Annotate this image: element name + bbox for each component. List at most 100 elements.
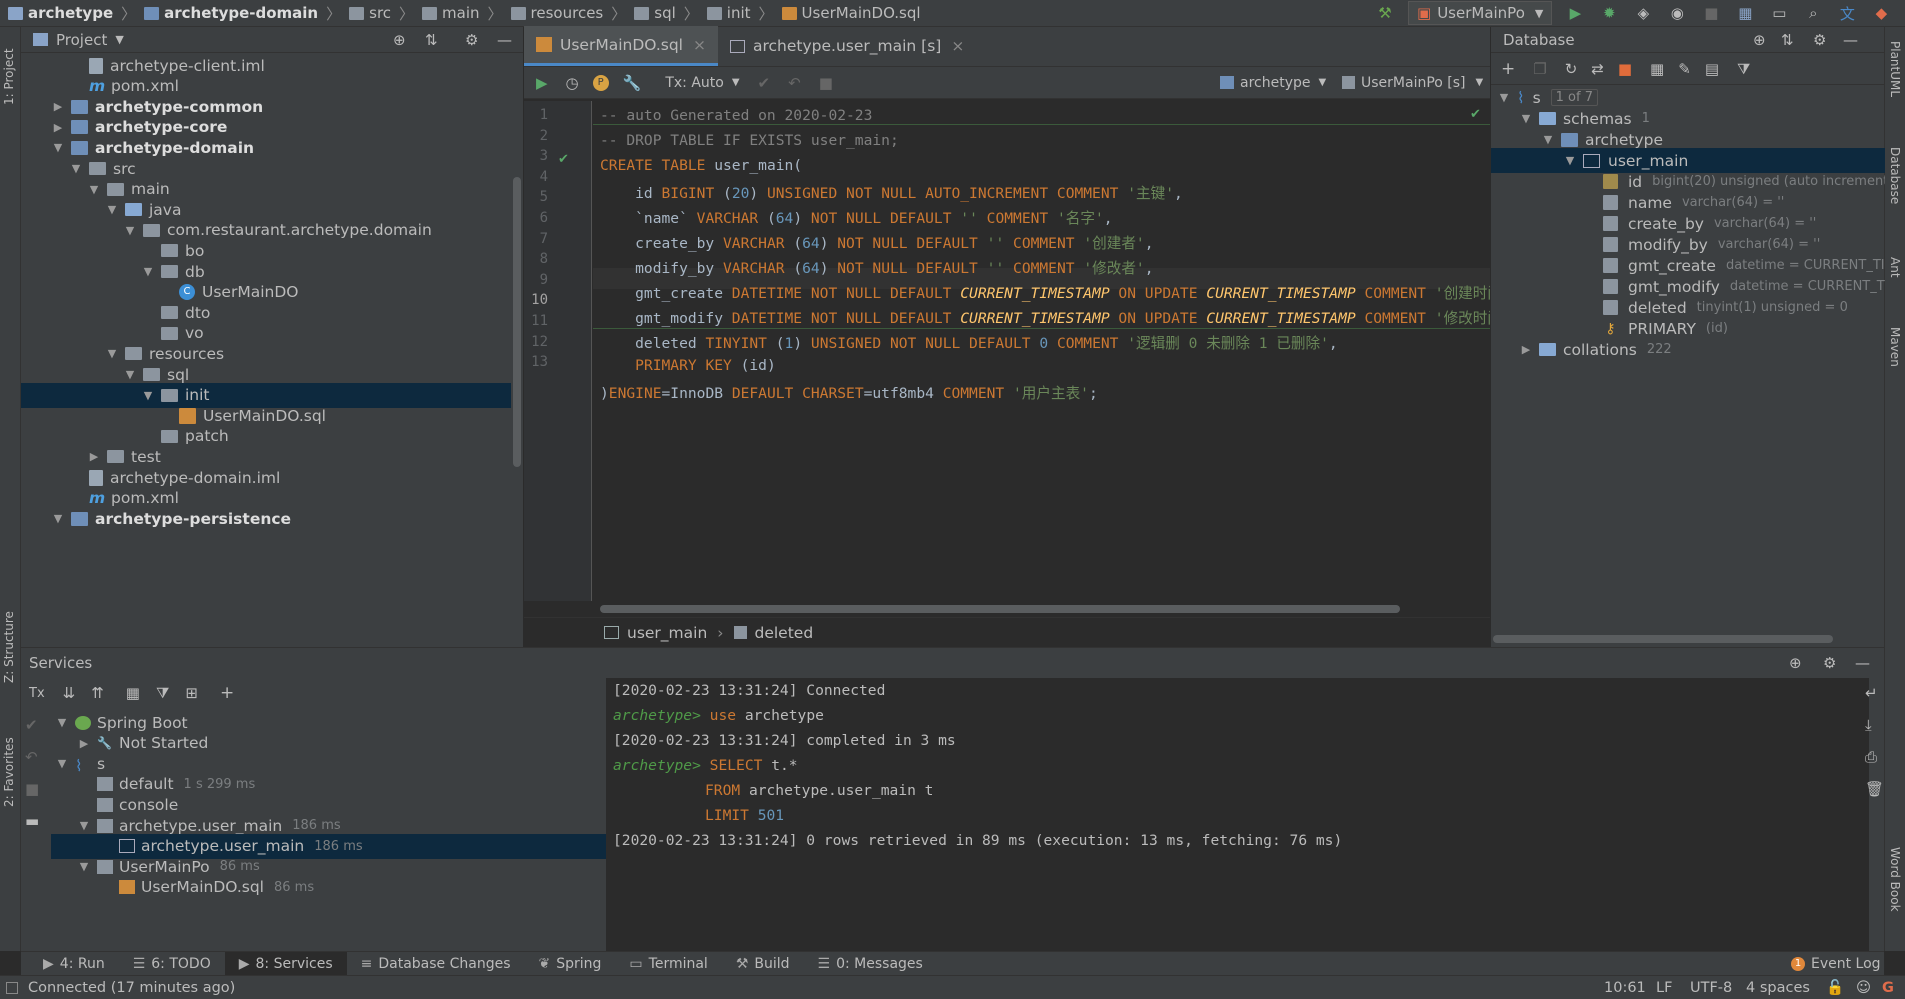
chevron-down-icon[interactable]: ▼ <box>77 819 91 832</box>
project-panel-title[interactable]: Project <box>56 31 107 49</box>
console-icon[interactable]: ▤ <box>1705 60 1719 78</box>
rollback-icon[interactable]: ↶ <box>25 748 45 766</box>
bottom-tab[interactable]: ▭ Terminal <box>615 952 721 976</box>
chevron-down-icon[interactable]: ▼ <box>123 224 137 237</box>
stop-icon[interactable]: ■ <box>1702 4 1720 22</box>
filter-icon[interactable]: ⧩ <box>156 684 169 702</box>
minimize-icon[interactable]: — <box>1855 654 1870 672</box>
trash-icon[interactable]: 🗑 <box>1865 780 1884 798</box>
translate-icon[interactable]: 文 <box>1838 4 1856 23</box>
breadcrumb-item[interactable]: archetype-domain 〉 <box>140 3 345 24</box>
plugin-icon[interactable]: ◆ <box>1872 4 1890 22</box>
tab-favorites-vertical[interactable]: 2: Favorites <box>2 717 16 807</box>
chevron-down-icon[interactable]: ▼ <box>105 203 119 216</box>
breadcrumb-table[interactable]: user_main <box>627 624 707 642</box>
refresh-icon[interactable]: ↻ <box>1565 60 1578 78</box>
expand-all-icon[interactable]: ⇊ <box>63 684 76 702</box>
copy-icon[interactable]: ❐ <box>1533 60 1546 78</box>
session-select[interactable]: UserMainPo [s] ▼ <box>1342 75 1483 91</box>
cancel-icon[interactable]: ■ <box>25 780 45 798</box>
hammer-icon[interactable]: ⚒ <box>1376 4 1394 22</box>
status-panel-icon[interactable] <box>6 981 18 994</box>
chevron-right-icon[interactable]: ▶ <box>51 100 65 113</box>
project-scrollbar[interactable] <box>513 177 521 467</box>
collapse-all-icon[interactable]: ⇈ <box>91 684 104 702</box>
bottom-tab[interactable]: ⚒ Build <box>722 952 804 976</box>
search-icon[interactable]: ⌕ <box>1804 4 1822 22</box>
editor-tab[interactable]: archetype.user_main [s] × <box>718 26 976 66</box>
locate-icon[interactable]: ⊕ <box>1753 31 1766 49</box>
breadcrumb-column[interactable]: deleted <box>755 624 814 642</box>
run-config-select[interactable]: ▣ UserMainPo ▼ <box>1408 1 1553 25</box>
scroll-end-icon[interactable]: ⤓ <box>1865 716 1884 734</box>
profile-p-icon[interactable]: P <box>592 74 609 91</box>
chevron-down-icon[interactable]: ▼ <box>69 162 83 175</box>
minimize-icon[interactable]: — <box>1843 31 1858 49</box>
chevron-down-icon[interactable]: ▼ <box>141 389 155 402</box>
run-icon[interactable]: ▶ <box>1566 4 1584 22</box>
caret-position[interactable]: 10:61 <box>1604 980 1646 996</box>
add-icon[interactable]: + <box>1501 59 1515 79</box>
gear-icon[interactable]: ⚙ <box>1813 31 1826 49</box>
tab-structure-vertical[interactable]: Z: Structure <box>2 593 16 683</box>
bottom-tab[interactable]: ❦ Spring <box>525 952 616 976</box>
service-item[interactable]: UserMainDO.sql 86 ms <box>51 875 606 900</box>
collapse-all-icon[interactable]: ⇅ <box>1781 31 1794 49</box>
breadcrumb-item[interactable]: main 〉 <box>418 3 507 24</box>
breadcrumb-item[interactable]: init 〉 <box>703 3 778 24</box>
tab-maven-vertical[interactable]: Maven <box>1888 327 1902 387</box>
chevron-down-icon[interactable]: ▼ <box>123 368 137 381</box>
bottom-tab[interactable]: ≡ Database Changes <box>347 952 525 976</box>
group-icon[interactable]: ▦ <box>126 684 140 702</box>
indent-setting[interactable]: 4 spaces <box>1746 980 1810 996</box>
filter-icon[interactable]: ⧩ <box>1737 60 1750 78</box>
close-icon[interactable]: × <box>693 36 706 54</box>
chevron-down-icon[interactable]: ▼ <box>141 265 155 278</box>
bottom-tab[interactable]: ▶ 4: Run <box>29 952 119 976</box>
file-encoding[interactable]: UTF-8 <box>1690 980 1732 996</box>
breadcrumb-item[interactable]: sql 〉 <box>630 3 703 24</box>
chevron-down-icon[interactable]: ▼ <box>87 183 101 196</box>
new-tab-icon[interactable]: ⊞ <box>185 684 198 702</box>
editor-tab[interactable]: UserMainDO.sql × <box>524 26 718 66</box>
db-collations-row[interactable]: ▶ collations 222 <box>1519 337 1672 362</box>
print-icon[interactable]: ⎙ <box>1865 748 1884 766</box>
breadcrumb-item[interactable]: archetype 〉 <box>4 3 140 24</box>
chevron-down-icon[interactable]: ▼ <box>105 347 119 360</box>
terminal-window-icon[interactable]: ▭ <box>1770 4 1788 22</box>
tx-icon[interactable]: Tx <box>29 686 45 701</box>
chevron-down-icon[interactable]: ▼ <box>115 33 123 46</box>
history-icon[interactable]: ◷ <box>566 74 579 92</box>
table-view-icon[interactable]: ▦ <box>1650 60 1664 78</box>
bottom-tab[interactable]: ☰ 0: Messages <box>804 952 937 976</box>
breadcrumb-item[interactable]: UserMainDO.sql <box>778 4 925 22</box>
chevron-down-icon[interactable]: ▼ <box>77 860 91 873</box>
chevron-right-icon[interactable]: ▶ <box>77 737 91 750</box>
breadcrumb-item[interactable]: src 〉 <box>345 3 418 24</box>
tab-ant-vertical[interactable]: Ant <box>1888 257 1902 297</box>
coverage-icon[interactable]: ◈ <box>1634 4 1652 22</box>
schema-select[interactable]: archetype ▼ <box>1220 75 1326 91</box>
tab-database-vertical[interactable]: Database <box>1888 147 1902 227</box>
gear-icon[interactable]: ⚙ <box>465 31 478 49</box>
tab-wordbook-vertical[interactable]: Word Book <box>1888 847 1902 937</box>
chevron-down-icon[interactable]: ▼ <box>55 757 69 770</box>
profile-icon[interactable]: ◉ <box>1668 4 1686 22</box>
bottom-tab[interactable]: ☰ 6: TODO <box>119 952 225 976</box>
tree-item[interactable]: ▼ archetype-persistence <box>21 506 511 531</box>
chevron-down-icon[interactable]: ▼ <box>55 716 69 729</box>
sync-icon[interactable]: ⇄ <box>1591 60 1604 78</box>
add-icon[interactable]: + <box>220 683 234 703</box>
bottom-tab[interactable]: ▶ 8: Services <box>224 951 347 976</box>
layout-icon[interactable]: ▬ <box>25 812 45 830</box>
line-separator[interactable]: LF <box>1656 980 1672 996</box>
tx-mode-select[interactable]: Tx: Auto <box>665 75 724 91</box>
close-icon[interactable]: × <box>951 37 964 55</box>
project-structure-icon[interactable]: ▦ <box>1736 4 1754 22</box>
google-icon[interactable]: G <box>1882 980 1894 996</box>
breadcrumb-item[interactable]: resources 〉 <box>507 3 631 24</box>
soft-wrap-icon[interactable]: ↵ <box>1865 684 1884 702</box>
chevron-down-icon[interactable]: ▼ <box>51 512 65 525</box>
commit-icon[interactable]: ✔ <box>758 74 771 92</box>
database-h-scrollbar[interactable] <box>1493 635 1833 643</box>
